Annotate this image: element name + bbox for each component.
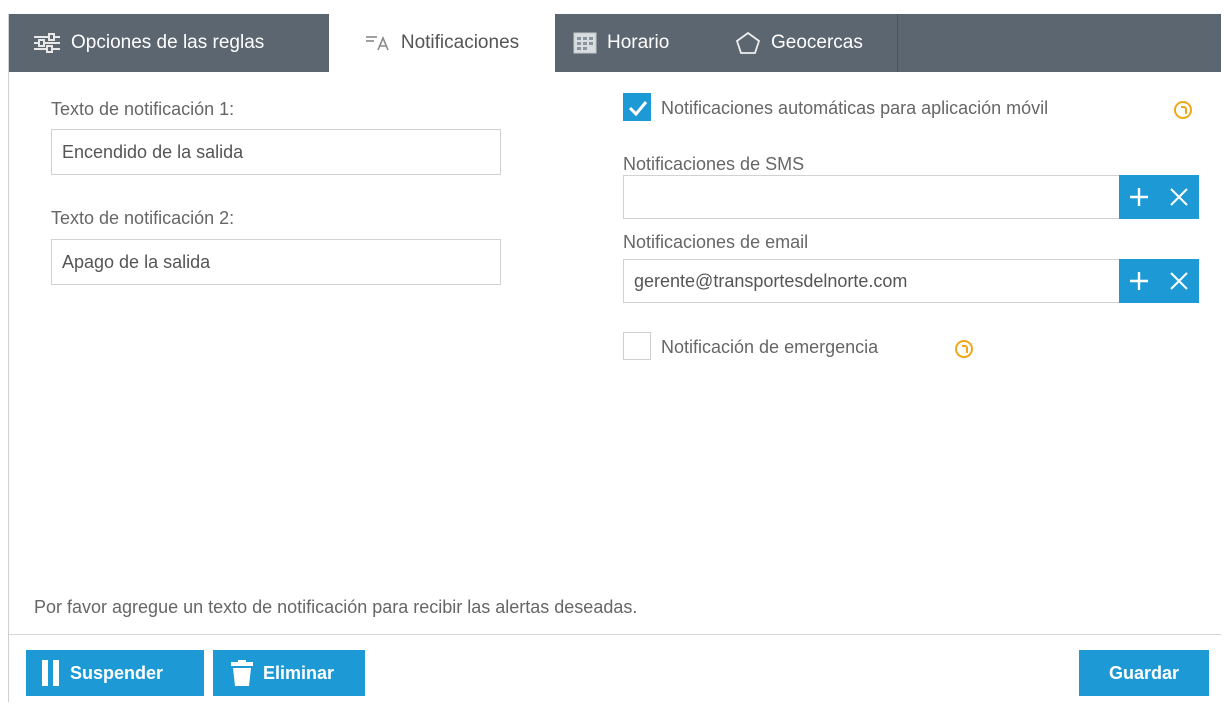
suspend-button[interactable]: Suspender — [26, 650, 204, 696]
rule-editor-panel: Opciones de las reglas Notificaciones Ho… — [8, 14, 1221, 702]
tab-label: Opciones de las reglas — [71, 32, 265, 53]
plus-icon — [1130, 188, 1148, 206]
hint-text: Por favor agregue un texto de notificaci… — [34, 597, 638, 617]
close-icon — [1170, 188, 1188, 206]
tab-label: Geocercas — [771, 32, 863, 53]
calendar-icon — [573, 32, 597, 54]
tab-bar: Opciones de las reglas Notificaciones Ho… — [9, 14, 1221, 72]
email-input[interactable]: gerente@transportesdelnorte.com — [623, 259, 1121, 303]
email-button-group — [1119, 259, 1199, 303]
save-button[interactable]: Guardar — [1079, 650, 1209, 696]
close-icon — [1170, 272, 1188, 290]
footer-divider — [9, 634, 1221, 635]
notification-messages-icon — [365, 34, 391, 52]
notification-text-1-label: Texto de notificación 1: — [51, 99, 235, 119]
sliders-icon — [33, 33, 61, 53]
auto-push-checkbox[interactable] — [623, 93, 651, 121]
sms-input[interactable] — [623, 175, 1121, 219]
sms-notifications-label: Notificaciones de SMS — [623, 154, 805, 174]
delete-label: Eliminar — [263, 662, 335, 683]
tab-rule-options[interactable]: Opciones de las reglas — [33, 14, 264, 72]
delete-button[interactable]: Eliminar — [213, 650, 365, 696]
trash-icon — [231, 660, 253, 686]
pause-icon — [42, 660, 60, 686]
sms-button-group — [1119, 175, 1199, 219]
tab-geofences[interactable]: Geocercas — [735, 14, 863, 72]
notification-text-2-label: Texto de notificación 2: — [51, 208, 235, 228]
emergency-checkbox[interactable] — [623, 332, 651, 360]
help-icon[interactable] — [955, 340, 973, 358]
email-add-button[interactable] — [1119, 259, 1159, 303]
tab-label: Horario — [607, 32, 670, 53]
notification-text-1-input[interactable]: Encendido de la salida — [51, 129, 501, 175]
email-notifications-label: Notificaciones de email — [623, 232, 809, 252]
tab-schedule[interactable]: Horario — [573, 14, 669, 72]
tab-label: Notificaciones — [400, 32, 520, 53]
sms-clear-button[interactable] — [1159, 175, 1199, 219]
auto-push-label: Notificaciones automáticas para aplicaci… — [661, 98, 1049, 118]
emergency-label: Notificación de emergencia — [661, 337, 879, 357]
email-clear-button[interactable] — [1159, 259, 1199, 303]
help-icon[interactable] — [1174, 101, 1192, 119]
pentagon-icon — [735, 31, 761, 55]
sms-add-button[interactable] — [1119, 175, 1159, 219]
tab-divider — [897, 14, 898, 72]
suspend-label: Suspender — [70, 662, 164, 683]
tab-notifications[interactable]: Notificaciones — [329, 14, 555, 72]
checkmark-icon — [628, 101, 648, 117]
plus-icon — [1130, 272, 1148, 290]
notification-text-2-input[interactable]: Apago de la salida — [51, 239, 501, 285]
